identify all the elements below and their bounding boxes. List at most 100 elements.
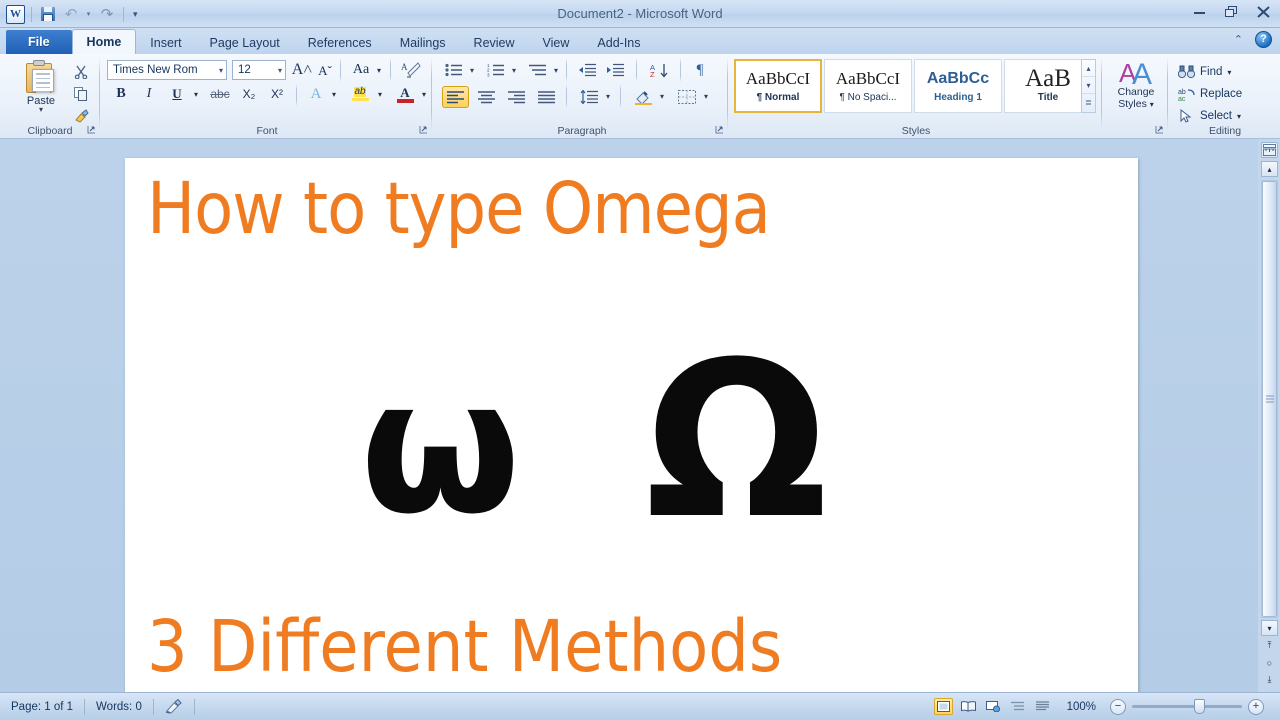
tab-mailings[interactable]: Mailings [386, 31, 460, 55]
paragraph-dialog-launcher[interactable] [715, 125, 724, 136]
help-icon[interactable]: ? [1255, 31, 1272, 48]
text-effects-button[interactable]: A [304, 84, 328, 104]
full-screen-reading-view-button[interactable] [959, 698, 978, 715]
zoom-slider-thumb[interactable] [1194, 699, 1205, 714]
styles-scroll-down-button[interactable]: ▾ [1082, 77, 1095, 94]
clear-formatting-button[interactable]: A [398, 59, 424, 81]
find-button[interactable]: Find ▾ [1178, 61, 1231, 83]
outline-view-button[interactable] [1009, 698, 1028, 715]
justify-button[interactable] [533, 86, 560, 108]
minimize-button[interactable] [1188, 4, 1210, 20]
scroll-down-button[interactable]: ▾ [1261, 620, 1278, 636]
italic-button[interactable]: I [138, 84, 160, 104]
tab-view[interactable]: View [529, 31, 584, 55]
scroll-thumb[interactable] [1262, 181, 1277, 617]
text-effects-caret[interactable]: ▾ [328, 84, 340, 104]
font-name-combo[interactable]: Times New Rom ▾ [107, 60, 227, 80]
change-case-button[interactable]: Aa [348, 60, 374, 80]
zoom-slider-track[interactable] [1132, 699, 1242, 714]
select-button[interactable]: Select ▾ [1178, 105, 1241, 127]
tab-page-layout[interactable]: Page Layout [196, 31, 294, 55]
copy-button[interactable] [70, 83, 92, 105]
save-button[interactable] [38, 4, 58, 24]
next-page-button[interactable]: ⤓ [1261, 671, 1278, 688]
undo-dropdown[interactable]: ▾ [84, 4, 94, 24]
tab-add-ins[interactable]: Add-Ins [583, 31, 654, 55]
change-case-caret[interactable]: ▾ [374, 63, 384, 77]
styles-scroll-up-button[interactable]: ▴ [1082, 60, 1095, 77]
close-button[interactable] [1252, 4, 1274, 20]
customize-qat-button[interactable]: ▾ [130, 9, 141, 20]
align-left-button[interactable] [442, 86, 469, 108]
styles-dialog-launcher[interactable] [1155, 125, 1164, 136]
strikethrough-button[interactable]: abc [206, 84, 234, 104]
align-center-button[interactable] [473, 86, 500, 108]
style-no-spacing[interactable]: AaBbCcI ¶ No Spaci... [824, 59, 912, 113]
collapse-ribbon-button[interactable]: ⌃ [1234, 33, 1243, 46]
shrink-font-button[interactable]: Aˇ [314, 62, 336, 80]
scroll-up-button[interactable]: ▴ [1261, 161, 1278, 177]
line-spacing-caret[interactable]: ▾ [602, 89, 614, 103]
style-title[interactable]: AaB Title [1004, 59, 1092, 113]
proofing-status-button[interactable] [154, 693, 194, 720]
sort-button[interactable]: AZ [646, 60, 672, 80]
select-browse-object-button[interactable]: ○ [1261, 654, 1278, 671]
multilevel-list-button[interactable] [526, 60, 550, 80]
page-indicator[interactable]: Page: 1 of 1 [0, 693, 84, 720]
zoom-level-label[interactable]: 100% [1059, 701, 1104, 713]
font-size-combo[interactable]: 12 ▾ [232, 60, 286, 80]
align-right-button[interactable] [503, 86, 530, 108]
zoom-in-button[interactable]: + [1248, 698, 1264, 715]
multilevel-caret[interactable]: ▾ [550, 63, 562, 77]
undo-button[interactable]: ↶ [61, 4, 81, 24]
numbering-button[interactable]: 123 [484, 60, 508, 80]
replace-button[interactable]: ab ac Replace [1178, 83, 1242, 105]
view-ruler-button[interactable] [1261, 142, 1278, 158]
decrease-indent-button[interactable] [574, 60, 600, 80]
increase-indent-button[interactable] [602, 60, 628, 80]
restore-button[interactable] [1220, 4, 1242, 20]
print-layout-view-button[interactable] [933, 698, 953, 715]
highlight-caret[interactable]: ▾ [374, 84, 386, 104]
redo-button[interactable]: ↷ [97, 4, 117, 24]
cut-button[interactable] [70, 61, 92, 83]
zoom-out-button[interactable]: − [1110, 698, 1126, 715]
grow-font-button[interactable]: A˄ [290, 60, 314, 80]
draft-view-button[interactable] [1034, 698, 1053, 715]
style-normal[interactable]: AaBbCcI ¶ Normal [734, 59, 822, 113]
tab-home[interactable]: Home [71, 29, 137, 55]
word-count[interactable]: Words: 0 [85, 693, 153, 720]
tab-insert[interactable]: Insert [136, 31, 195, 55]
paste-caret[interactable]: ▾ [14, 106, 68, 114]
font-color-button[interactable]: A [392, 84, 418, 104]
paste-button[interactable]: Paste ▾ [14, 60, 68, 114]
style-heading-1[interactable]: AaBbCс Heading 1 [914, 59, 1002, 113]
highlight-color-button[interactable]: ab [346, 84, 374, 104]
subscript-button[interactable]: X₂ [236, 84, 262, 104]
shading-button[interactable] [630, 86, 656, 108]
underline-button[interactable]: U [166, 84, 188, 104]
show-formatting-marks-button[interactable]: ¶ [688, 59, 712, 81]
web-layout-view-button[interactable] [984, 698, 1003, 715]
word-logo-icon[interactable]: W [6, 4, 25, 24]
styles-more-button[interactable]: ≣ [1082, 94, 1095, 111]
change-styles-button[interactable]: A A Change Styles ▾ [1104, 58, 1168, 111]
borders-button[interactable] [674, 86, 700, 108]
bullets-caret[interactable]: ▾ [466, 63, 478, 77]
format-painter-button[interactable] [70, 105, 92, 127]
font-color-caret[interactable]: ▾ [418, 84, 430, 104]
previous-page-button[interactable]: ⤒ [1261, 637, 1278, 654]
tab-review[interactable]: Review [460, 31, 529, 55]
superscript-button[interactable]: X² [264, 84, 290, 104]
bullets-button[interactable] [442, 60, 466, 80]
numbering-caret[interactable]: ▾ [508, 63, 520, 77]
document-page[interactable]: How to type Omega ω Ω 3 Different Method… [125, 158, 1138, 698]
clipboard-dialog-launcher[interactable] [87, 125, 96, 136]
scroll-track[interactable] [1261, 180, 1278, 618]
tab-file[interactable]: File [6, 30, 72, 55]
shading-caret[interactable]: ▾ [656, 89, 668, 103]
tab-references[interactable]: References [294, 31, 386, 55]
underline-caret[interactable]: ▾ [190, 84, 202, 104]
borders-caret[interactable]: ▾ [700, 89, 712, 103]
bold-button[interactable]: B [110, 84, 132, 104]
